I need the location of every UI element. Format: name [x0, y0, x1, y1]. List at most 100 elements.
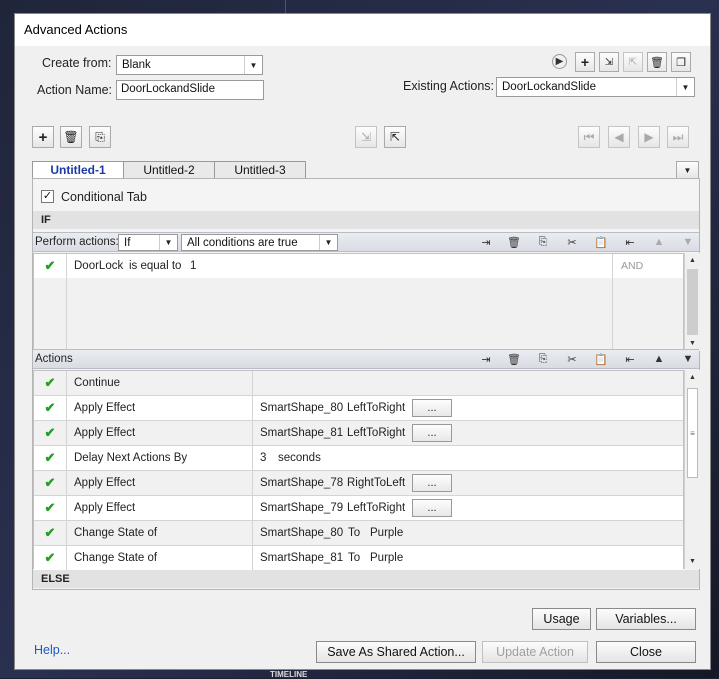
effect-settings-button[interactable]: ... — [412, 499, 452, 517]
check-icon: ✔ — [34, 546, 67, 570]
check-icon: ✔ — [34, 254, 67, 278]
move-action-down-icon[interactable]: ▼ — [679, 350, 697, 368]
effect-settings-button[interactable]: ... — [412, 399, 452, 417]
actions-scrollbar[interactable]: ▲ ≡ ▼ — [684, 370, 700, 569]
indent-action-icon[interactable]: ⇤ — [621, 350, 639, 368]
tab-untitled-2[interactable]: Untitled-2 — [123, 161, 215, 179]
play-icon[interactable]: ▶ — [552, 54, 567, 69]
empty-cell — [612, 278, 683, 302]
move-action-up-icon[interactable]: ▲ — [650, 350, 668, 368]
action-param: LeftToRight — [347, 402, 406, 414]
next-icon[interactable]: ▶ — [638, 126, 660, 148]
action-name-input[interactable]: DoorLockandSlide — [116, 80, 264, 100]
indent-row-icon[interactable]: ⇤ — [621, 233, 639, 251]
action-row[interactable]: ✔ Apply Effect SmartShape_79 LeftToRight... — [34, 496, 683, 521]
action-target: SmartShape_78 — [260, 477, 344, 489]
import-block-icon[interactable]: ⇲ — [355, 126, 377, 148]
paste-row-icon[interactable]: 📋 — [592, 233, 610, 251]
delete-row-icon[interactable]: 🗑 — [505, 233, 523, 251]
scroll-down-icon[interactable]: ▼ — [685, 554, 700, 569]
export-block-icon[interactable]: ⇱ — [384, 126, 406, 148]
action-row[interactable]: ✔ Change State of SmartShape_81 To Purple — [34, 546, 683, 571]
conditions-scrollbar[interactable]: ▲ ▼ — [684, 253, 700, 351]
first-icon[interactable]: ⏮ — [578, 126, 600, 148]
conditional-tab-checkbox[interactable]: ✓ — [41, 190, 54, 203]
tab-list-chevron-icon[interactable]: ▼ — [676, 161, 699, 179]
move-down-icon[interactable]: ▼ — [679, 233, 697, 251]
action-target: SmartShape_80 — [260, 527, 344, 539]
previous-icon[interactable]: ◀ — [608, 126, 630, 148]
scroll-up-icon[interactable]: ▲ — [685, 253, 700, 268]
conditions-grid: ✔ DoorLock is equal to 1 AND — [33, 253, 684, 351]
empty-cell — [612, 326, 683, 350]
action-name: Apply Effect — [68, 471, 253, 495]
action-target: SmartShape_81 — [260, 427, 344, 439]
perform-select[interactable]: If ▼ — [118, 234, 178, 251]
update-action-button[interactable]: Update Action — [482, 641, 588, 663]
actions-label: Actions — [35, 353, 73, 365]
scroll-up-icon[interactable]: ▲ — [685, 370, 700, 385]
action-target: SmartShape_79 — [260, 502, 344, 514]
action-row[interactable]: ✔ Apply Effect SmartShape_78 RightToLeft... — [34, 471, 683, 496]
close-button[interactable]: Close — [596, 641, 696, 663]
duplicate-icon[interactable]: ❐ — [671, 52, 691, 72]
action-extra: Purple — [370, 552, 404, 564]
insert-row-icon[interactable]: ⇥ — [477, 233, 495, 251]
action-row[interactable]: ✔ Continue — [34, 371, 683, 396]
action-row[interactable]: ✔ Change State of SmartShape_80 To Purple — [34, 521, 683, 546]
add-icon[interactable]: + — [575, 52, 595, 72]
action-name: Change State of — [68, 521, 253, 545]
action-param: LeftToRight — [347, 502, 406, 514]
export-icon[interactable]: ⇱ — [623, 52, 643, 72]
existing-actions-row: Existing Actions: — [403, 79, 494, 93]
paste-action-icon[interactable]: 📋 — [592, 350, 610, 368]
action-param: To — [348, 527, 361, 539]
add-action-icon[interactable]: + — [32, 126, 54, 148]
condition-row-empty[interactable] — [34, 326, 683, 351]
conditions-select[interactable]: All conditions are true ▼ — [181, 234, 338, 251]
duplicate-action-icon[interactable]: ⎘ — [89, 126, 111, 148]
action-row[interactable]: ✔ Apply Effect SmartShape_80 LeftToRight... — [34, 396, 683, 421]
save-shared-action-button[interactable]: Save As Shared Action... — [316, 641, 476, 663]
tab-untitled-3[interactable]: Untitled-3 — [214, 161, 306, 179]
decision-tabs: Untitled-1 Untitled-2 Untitled-3 — [32, 161, 306, 179]
action-row[interactable]: ✔ Apply Effect SmartShape_81 LeftToRight... — [34, 421, 683, 446]
usage-button[interactable]: Usage — [532, 608, 591, 630]
delete-action-row-icon[interactable]: 🗑 — [505, 350, 523, 368]
action-name: Apply Effect — [68, 396, 253, 420]
action-name-label: Action Name: — [37, 83, 113, 97]
check-icon: ✔ — [34, 371, 67, 395]
import-icon[interactable]: ⇲ — [599, 52, 619, 72]
existing-actions-select[interactable]: DoorLockandSlide ▼ — [496, 77, 695, 97]
effect-settings-button[interactable]: ... — [412, 474, 452, 492]
action-target: SmartShape_80 — [260, 402, 344, 414]
conditions-value: All conditions are true — [187, 236, 298, 249]
last-icon[interactable]: ⏭ — [667, 126, 689, 148]
trash-icon[interactable]: 🗑 — [647, 52, 667, 72]
move-up-icon[interactable]: ▲ — [650, 233, 668, 251]
action-name: Delay Next Actions By — [68, 446, 253, 470]
delete-action-icon[interactable]: 🗑 — [60, 126, 82, 148]
empty-cell — [34, 278, 67, 302]
variables-button[interactable]: Variables... — [596, 608, 696, 630]
condition-row[interactable]: ✔ DoorLock is equal to 1 AND — [34, 254, 683, 279]
action-row[interactable]: ✔ Delay Next Actions By 3 seconds — [34, 446, 683, 471]
conditional-tab-label: Conditional Tab — [61, 190, 147, 204]
create-from-select[interactable]: Blank ▼ — [116, 55, 263, 75]
empty-cell — [612, 302, 683, 326]
chevron-down-icon: ▼ — [319, 235, 337, 250]
copy-row-icon[interactable]: ⎘ — [534, 233, 552, 251]
tab-untitled-1[interactable]: Untitled-1 — [32, 161, 124, 179]
condition-row-empty[interactable] — [34, 278, 683, 303]
check-icon: ✔ — [34, 496, 67, 520]
effect-settings-button[interactable]: ... — [412, 424, 452, 442]
scroll-thumb[interactable]: ≡ — [687, 388, 698, 478]
scroll-thumb[interactable] — [687, 269, 698, 335]
help-link[interactable]: Help... — [34, 643, 70, 657]
copy-action-icon[interactable]: ⎘ — [534, 350, 552, 368]
action-target: SmartShape_81 — [260, 552, 344, 564]
cut-action-icon[interactable]: ✂ — [563, 350, 581, 368]
condition-row-empty[interactable] — [34, 302, 683, 327]
insert-action-icon[interactable]: ⇥ — [477, 350, 495, 368]
cut-row-icon[interactable]: ✂ — [563, 233, 581, 251]
